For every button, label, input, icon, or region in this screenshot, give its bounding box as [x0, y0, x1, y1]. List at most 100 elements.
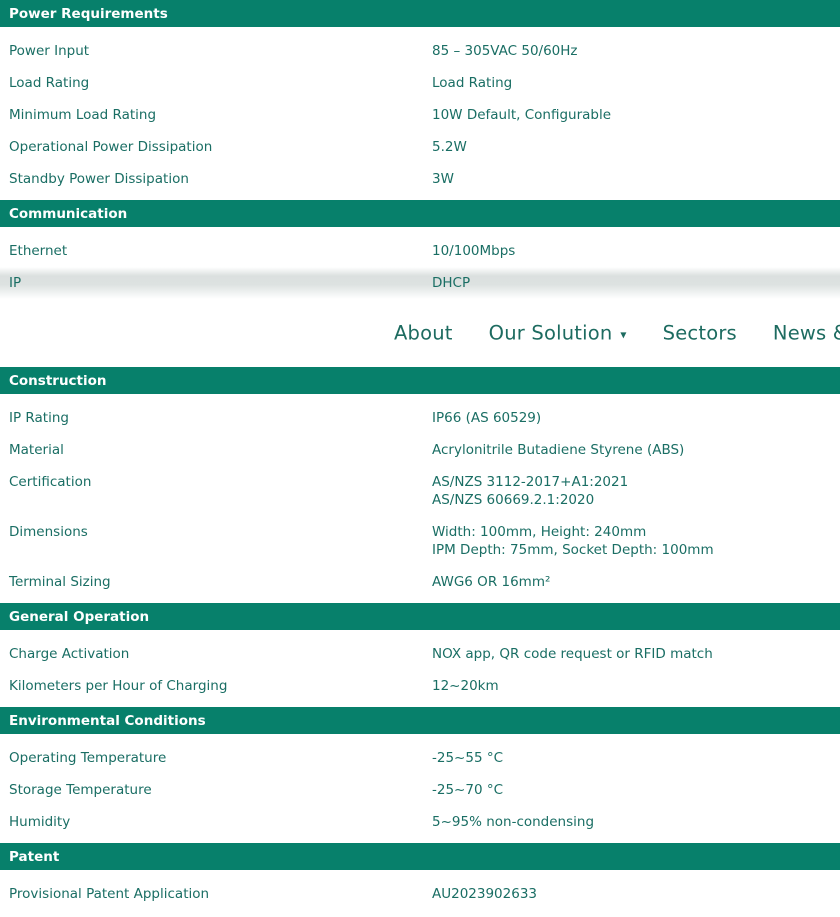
section-title: Patent [9, 849, 59, 865]
spec-label: Ethernet [0, 242, 432, 260]
spec-section-patent: Patent Provisional Patent Application AU… [0, 843, 840, 910]
nav-menu: About Our Solution ▾ Sectors News & P [394, 322, 840, 345]
spec-value: -25~55 °C [432, 749, 840, 767]
nav-item-about[interactable]: About [394, 322, 453, 345]
section-rows: Provisional Patent Application AU2023902… [0, 870, 840, 910]
section-header: General Operation [0, 603, 840, 630]
nav-item-label: News & P [773, 322, 840, 345]
section-title: Power Requirements [9, 6, 168, 22]
nav-item-label: Sectors [663, 322, 737, 345]
spec-label: IP Rating [0, 409, 432, 427]
spec-value-line: DHCP [432, 274, 834, 292]
spec-value-line: IP66 (AS 60529) [432, 409, 834, 427]
table-row: IP DHCP [0, 267, 840, 299]
spec-value-line: Load Rating [432, 74, 834, 92]
table-row: Load Rating Load Rating [0, 67, 840, 99]
spec-value-line: AS/NZS 3112-2017+A1:2021 [432, 473, 834, 491]
section-header: Patent [0, 843, 840, 870]
spec-value: 3W [432, 170, 840, 188]
nav-item-news-p[interactable]: News & P [773, 322, 840, 345]
spec-label: Provisional Patent Application [0, 885, 432, 903]
spec-value-line: 3W [432, 170, 834, 188]
section-rows: Operating Temperature -25~55 °C Storage … [0, 734, 840, 838]
spec-value: Load Rating [432, 74, 840, 92]
spec-label: Operating Temperature [0, 749, 432, 767]
spec-value-line: 85 – 305VAC 50/60Hz [432, 42, 834, 60]
spec-label: Operational Power Dissipation [0, 138, 432, 156]
spec-label: Kilometers per Hour of Charging [0, 677, 432, 695]
spec-value: 85 – 305VAC 50/60Hz [432, 42, 840, 60]
spec-label: Dimensions [0, 523, 432, 541]
spec-value-line: Acrylonitrile Butadiene Styrene (ABS) [432, 441, 834, 459]
spec-label: Material [0, 441, 432, 459]
spec-label: Power Input [0, 42, 432, 60]
section-rows: Charge Activation NOX app, QR code reque… [0, 630, 840, 702]
spec-section-communication: Communication Ethernet 10/100Mbps IP DHC… [0, 200, 840, 299]
spec-label: Certification [0, 473, 432, 491]
section-header: Environmental Conditions [0, 707, 840, 734]
spec-label: Storage Temperature [0, 781, 432, 799]
nav-item-our-solution[interactable]: Our Solution ▾ [489, 322, 627, 345]
spec-value: AU2023902633 [432, 885, 840, 903]
spec-value-line: AWG6 OR 16mm² [432, 573, 834, 591]
spec-value: AWG6 OR 16mm² [432, 573, 840, 591]
nav-item-label: About [394, 322, 453, 345]
chevron-down-icon: ▾ [620, 326, 626, 341]
spec-value: 5.2W [432, 138, 840, 156]
spec-label: Minimum Load Rating [0, 106, 432, 124]
spec-value-line: NOX app, QR code request or RFID match [432, 645, 834, 663]
table-row: Standby Power Dissipation 3W [0, 163, 840, 195]
spec-value: 10W Default, Configurable [432, 106, 840, 124]
table-row: IP Rating IP66 (AS 60529) [0, 402, 840, 434]
spec-value: AS/NZS 3112-2017+A1:2021AS/NZS 60669.2.1… [432, 473, 840, 509]
spec-value: 10/100Mbps [432, 242, 840, 260]
section-rows: IP Rating IP66 (AS 60529) Material Acryl… [0, 394, 840, 598]
spec-value: Acrylonitrile Butadiene Styrene (ABS) [432, 441, 840, 459]
spec-label: Standby Power Dissipation [0, 170, 432, 188]
spec-value-line: IPM Depth: 75mm, Socket Depth: 100mm [432, 541, 834, 559]
section-header: Communication [0, 200, 840, 227]
table-row: Dimensions Width: 100mm, Height: 240mmIP… [0, 516, 840, 566]
spec-label: IP [0, 274, 432, 292]
table-row: Certification AS/NZS 3112-2017+A1:2021AS… [0, 466, 840, 516]
section-title: Communication [9, 206, 127, 222]
spec-section-construction: Construction IP Rating IP66 (AS 60529) M… [0, 367, 840, 598]
spec-label: Humidity [0, 813, 432, 831]
spec-value: IP66 (AS 60529) [432, 409, 840, 427]
table-row: Terminal Sizing AWG6 OR 16mm² [0, 566, 840, 598]
spec-value-line: 10W Default, Configurable [432, 106, 834, 124]
section-header: Power Requirements [0, 0, 840, 27]
spec-value: 5~95% non-condensing [432, 813, 840, 831]
spec-section-general-operation: General Operation Charge Activation NOX … [0, 603, 840, 702]
spec-page: Power Requirements Power Input 85 – 305V… [0, 0, 840, 910]
spec-value-line: AS/NZS 60669.2.1:2020 [432, 491, 834, 509]
nav-item-sectors[interactable]: Sectors [663, 322, 737, 345]
spec-value-line: 10/100Mbps [432, 242, 834, 260]
spec-label: Load Rating [0, 74, 432, 92]
table-row: Provisional Patent Application AU2023902… [0, 878, 840, 910]
spec-section-power-requirements: Power Requirements Power Input 85 – 305V… [0, 0, 840, 195]
table-row: Ethernet 10/100Mbps [0, 235, 840, 267]
spec-value-line: AU2023902633 [432, 885, 834, 903]
section-header: Construction [0, 367, 840, 394]
spec-table-bottom: Construction IP Rating IP66 (AS 60529) M… [0, 367, 840, 910]
spec-label: Charge Activation [0, 645, 432, 663]
spec-value-line: 5.2W [432, 138, 834, 156]
table-row: Material Acrylonitrile Butadiene Styrene… [0, 434, 840, 466]
section-rows: Power Input 85 – 305VAC 50/60Hz Load Rat… [0, 27, 840, 195]
spec-label: Terminal Sizing [0, 573, 432, 591]
table-row: Kilometers per Hour of Charging 12~20km [0, 670, 840, 702]
spec-value-line: Width: 100mm, Height: 240mm [432, 523, 834, 541]
section-title: Construction [9, 373, 107, 389]
spec-value: Width: 100mm, Height: 240mmIPM Depth: 75… [432, 523, 840, 559]
table-row: Humidity 5~95% non-condensing [0, 806, 840, 838]
spec-value-line: -25~70 °C [432, 781, 834, 799]
spec-value-line: 12~20km [432, 677, 834, 695]
table-row: Operational Power Dissipation 5.2W [0, 131, 840, 163]
section-rows: Ethernet 10/100Mbps IP DHCP [0, 227, 840, 299]
table-row: Operating Temperature -25~55 °C [0, 742, 840, 774]
spec-table-top: Power Requirements Power Input 85 – 305V… [0, 0, 840, 299]
section-title: Environmental Conditions [9, 713, 206, 729]
spec-value: NOX app, QR code request or RFID match [432, 645, 840, 663]
table-row: Power Input 85 – 305VAC 50/60Hz [0, 35, 840, 67]
